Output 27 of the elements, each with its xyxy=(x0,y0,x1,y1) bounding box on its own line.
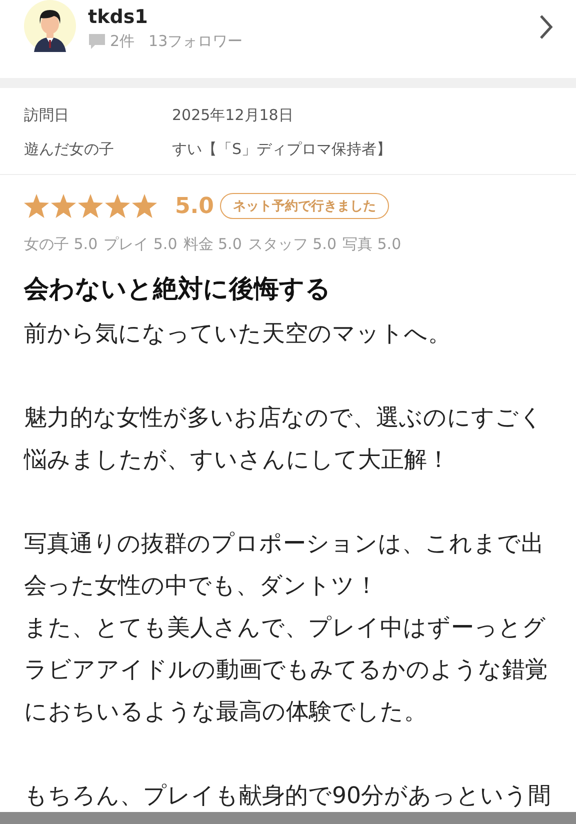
review-paragraph: 写真通りの抜群のプロポーションは、これまで出会った女性の中でも、ダントツ！ xyxy=(24,530,545,601)
review-paragraph: 前から気になっていた天空のマットへ。 xyxy=(24,320,452,349)
star-icon xyxy=(78,194,103,218)
comment-icon xyxy=(88,32,106,50)
review-title: 会わないと絶対に後悔する xyxy=(24,273,332,305)
sub-rating: 写真 5.0 xyxy=(342,235,402,254)
info-label: 訪問日 xyxy=(24,106,70,124)
follower-count: 13フォロワー xyxy=(148,32,243,50)
info-value: 2025年12月18日 xyxy=(172,106,294,124)
star-icon xyxy=(105,194,130,218)
review-count: 2件 xyxy=(110,32,135,50)
star-icon xyxy=(132,194,157,218)
info-label: 遊んだ女の子 xyxy=(24,140,115,158)
info-value: すい【「S」ディプロマ保持者】 xyxy=(172,140,392,158)
review-paragraph: 魅力的な女性が多いお店なので、選ぶのにすごく悩みましたが、すいさんにして大正解！ xyxy=(24,404,544,475)
chevron-right-icon[interactable] xyxy=(538,14,554,40)
rating-score: 5.0 xyxy=(175,194,214,218)
star-icon xyxy=(24,194,49,218)
sub-rating: スタッフ 5.0 xyxy=(248,235,336,254)
sub-rating: 女の子 5.0 xyxy=(24,235,98,254)
star-icon xyxy=(51,194,76,218)
review-paragraph: また、とても美人さんで、プレイ中はずーっとグラビアアイドルの動画でもみてるかのような錯覚におちいるような最高の体験でした。 xyxy=(24,614,549,727)
booking-badge: ネット予約で行きました xyxy=(220,193,389,219)
sub-rating: プレイ 5.0 xyxy=(104,235,178,254)
review-paragraph: もちろん、プレイも献身的で90分があっという間 xyxy=(24,782,552,811)
user-name: tkds1 xyxy=(88,6,149,28)
sub-rating: 料金 5.0 xyxy=(183,235,242,254)
